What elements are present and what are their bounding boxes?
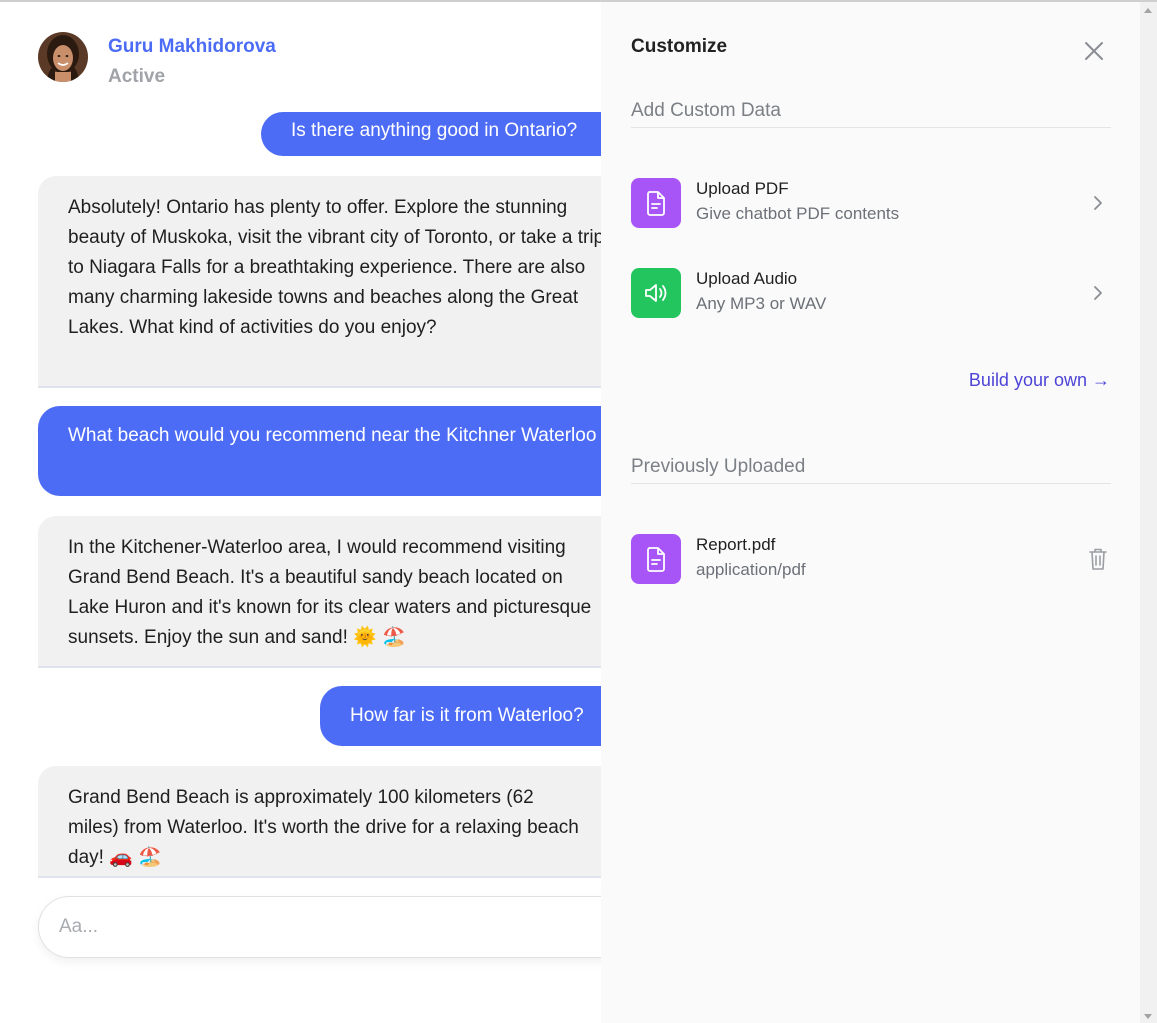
file-type: application/pdf xyxy=(696,560,806,579)
audio-tile xyxy=(631,268,681,318)
file-icon xyxy=(647,191,665,216)
pdf-tile xyxy=(631,534,681,584)
contact-status: Active xyxy=(108,66,166,87)
file-name: Report.pdf xyxy=(696,535,776,554)
bot-message: Absolutely! Ontario has plenty to offer.… xyxy=(38,176,601,388)
user-message: Is there anything good in Ontario? xyxy=(261,112,601,156)
file-icon xyxy=(647,547,665,572)
close-icon xyxy=(1085,42,1103,60)
option-subtitle: Any MP3 or WAV xyxy=(696,294,827,313)
section-heading-previous: Previously Uploaded xyxy=(631,456,806,477)
bot-message: In the Kitchener-Waterloo area, I would … xyxy=(38,516,601,668)
option-title: Upload PDF xyxy=(696,179,789,198)
scroll-down-arrow-icon[interactable] xyxy=(1144,1014,1152,1019)
avatar-image xyxy=(38,32,88,82)
scroll-up-arrow-icon[interactable] xyxy=(1144,8,1152,13)
speaker-icon xyxy=(645,284,667,302)
build-your-own-link[interactable]: Build your own → xyxy=(969,370,1110,391)
message-text: In the Kitchener-Waterloo area, I would … xyxy=(68,537,592,648)
chevron-right-icon xyxy=(1094,196,1102,210)
customize-panel: Customize Add Custom Data Upload PDF Giv… xyxy=(601,2,1140,1023)
contact-name: Guru Makhidorova xyxy=(108,36,276,57)
trash-icon[interactable] xyxy=(1087,546,1109,572)
bot-message: Grand Bend Beach is approximately 100 ki… xyxy=(38,766,601,878)
pdf-tile xyxy=(631,178,681,228)
option-subtitle: Give chatbot PDF contents xyxy=(696,204,900,223)
divider xyxy=(631,483,1111,484)
message-text: How far is it from Waterloo? xyxy=(350,705,584,726)
chat-pane: Guru Makhidorova Active Is there anythin… xyxy=(0,2,601,1023)
section-heading-add-data: Add Custom Data xyxy=(631,100,781,121)
close-button[interactable] xyxy=(1081,38,1107,64)
page-scrollbar[interactable] xyxy=(1140,2,1157,1023)
user-message: How far is it from Waterloo? xyxy=(320,686,601,746)
upload-pdf-option[interactable]: Upload PDF Give chatbot PDF contents xyxy=(631,178,1111,230)
message-text: Absolutely! Ontario has plenty to offer.… xyxy=(68,197,601,338)
message-text: Is there anything good in Ontario? xyxy=(291,120,578,141)
option-title: Upload Audio xyxy=(696,269,798,288)
panel-title: Customize xyxy=(631,36,728,57)
message-input[interactable] xyxy=(59,897,599,957)
chevron-right-icon xyxy=(1094,286,1102,300)
uploaded-file-row: Report.pdf application/pdf xyxy=(631,534,1111,586)
upload-audio-option[interactable]: Upload Audio Any MP3 or WAV xyxy=(631,268,1111,320)
avatar xyxy=(38,32,88,82)
message-text: What beach would you recommend near the … xyxy=(68,425,601,446)
message-text: Grand Bend Beach is approximately 100 ki… xyxy=(68,787,579,868)
message-composer xyxy=(38,896,601,958)
divider xyxy=(631,127,1111,128)
user-message: What beach would you recommend near the … xyxy=(38,406,601,496)
